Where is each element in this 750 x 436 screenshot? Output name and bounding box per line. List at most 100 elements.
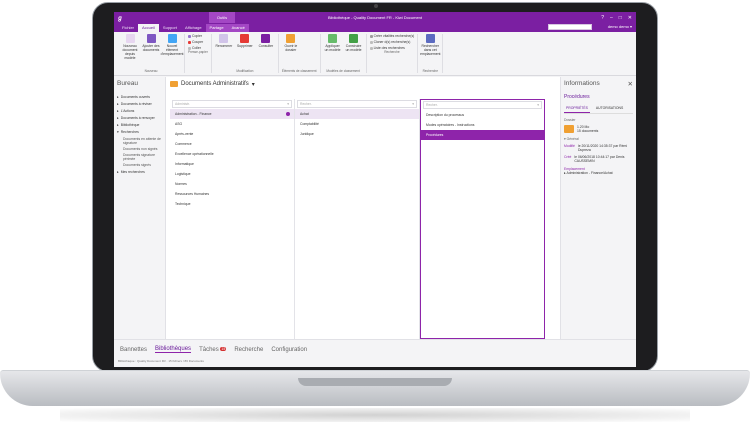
list-item[interactable]: Excellence opérationnelle — [170, 149, 294, 159]
ribbon-group-label: Modèles de classement — [326, 69, 360, 73]
chevron-down-icon[interactable]: ▾ — [252, 81, 255, 88]
ribbon-group-buttons: Appliquer un modèle Construire un modèle — [324, 34, 363, 69]
ribbon-button[interactable]: Ajouter des documents — [142, 34, 160, 69]
ribbon-small-button[interactable]: Copier — [188, 34, 208, 38]
ribbon-small-label: Copier — [192, 34, 202, 38]
maximize-icon[interactable]: □ — [619, 15, 622, 21]
search-input[interactable] — [548, 24, 592, 30]
ribbon: Nouveau document depuis modèle Ajouter de… — [114, 32, 636, 76]
breadcrumb: Documents Administratifs ▾ — [166, 77, 560, 91]
tab-affichage[interactable]: Affichage — [181, 24, 206, 32]
ribbon-small-button[interactable]: Cloner d(s) recherche(s) — [369, 40, 415, 44]
ribbon-button[interactable]: Appliquer un modèle — [324, 34, 342, 69]
ribbon-button-icon — [167, 34, 177, 43]
location-value[interactable]: ▸ Administration - Finance\Achat — [564, 171, 633, 175]
minimize-icon[interactable]: – — [610, 15, 613, 21]
list-item[interactable]: Logistique — [170, 169, 294, 179]
window-title: Bibliothèque - Quality Document FR - Kiw… — [327, 15, 423, 20]
ribbon-button[interactable]: Construire un modèle — [345, 34, 363, 69]
list-item[interactable]: Modes opératoires - Instructions — [421, 120, 544, 130]
list-item[interactable]: Commerce — [170, 139, 294, 149]
list-item[interactable]: Informatique — [170, 159, 294, 169]
list-item[interactable]: Après-vente — [170, 129, 294, 139]
close-icon[interactable]: ✕ — [628, 80, 633, 92]
list-item[interactable]: Ressources Humaines — [170, 189, 294, 199]
tab-autorisations[interactable]: AUTORISATIONS — [594, 104, 625, 113]
ribbon-button[interactable]: Rechercher dans cet emplacement — [420, 34, 440, 69]
sidebar-subitem[interactable]: Documents signature périmée — [123, 153, 162, 161]
status-bar: Bibliothèque : Quality Document FR · 15 … — [114, 359, 636, 367]
column-filter-placeholder: Recher. — [300, 102, 312, 106]
ribbon-group-label: Éléments de classement — [281, 69, 317, 73]
sidebar-subitem[interactable]: Documents signés — [123, 163, 162, 167]
tab-avance[interactable]: Avancé — [227, 24, 249, 32]
list-item[interactable]: Comptabilité — [295, 119, 419, 129]
tab-configuration[interactable]: Configuration — [271, 347, 307, 353]
sidebar-subitem[interactable]: Documents non signés — [123, 147, 162, 151]
column-filter-input[interactable]: Recher. ▾ — [423, 101, 542, 109]
column-filter-input[interactable]: Recher. ▾ — [297, 100, 417, 108]
tab-proprietes[interactable]: PROPRIÉTÉS — [564, 104, 590, 113]
ribbon-group: Renommer Supprimer Consulter Modification — [212, 34, 279, 73]
list-item[interactable]: Description du processus — [421, 110, 544, 120]
ribbon-group: Nouveau document depuis modèle Ajouter de… — [118, 34, 185, 73]
sidebar-item-mes-recherches[interactable]: ▸ Mes recherches — [117, 170, 162, 174]
tab-support[interactable]: Support — [159, 24, 181, 32]
tab-fichier[interactable]: Fichier — [118, 24, 138, 32]
folder-icon — [564, 125, 574, 133]
sidebar-item-documents-ouverts[interactable]: ▸ Documents ouverts — [117, 95, 162, 99]
user-menu[interactable]: demo demo ▾ — [608, 24, 632, 29]
ribbon-button[interactable]: Ouvrir le dossier — [282, 34, 300, 69]
list-item-label: Après-vente — [175, 132, 194, 136]
sidebar-subitem[interactable]: Documents en attente de signature — [123, 137, 162, 145]
help-icon[interactable]: ? — [601, 15, 604, 21]
filter-icon[interactable]: ▾ — [412, 102, 414, 106]
info-subtitle: Procédures — [564, 94, 590, 100]
info-panel: Informations ✕ Procédures PROPRIÉTÉS AUT… — [560, 77, 636, 339]
sidebar-item-actions[interactable]: ▸ L'Actions — [117, 109, 162, 113]
ribbon-small-button[interactable]: Couper — [188, 40, 208, 44]
tab-taches[interactable]: Tâches 15 — [199, 346, 227, 353]
tab-bannettes[interactable]: Bannettes — [120, 347, 147, 353]
tab-recherche[interactable]: Recherche — [234, 347, 263, 353]
list-item[interactable]: Juridique — [295, 129, 419, 139]
sidebar-item-recherches[interactable]: ▾ Recherches — [117, 130, 162, 134]
laptop-mockup: ℊ Outils Bibliothèque - Quality Document… — [0, 0, 750, 436]
ribbon-button-icon — [328, 34, 338, 43]
ribbon-button-icon — [286, 34, 296, 43]
list-item[interactable]: Administration - Finance — [170, 109, 294, 119]
ribbon-group: Appliquer un modèle Construire un modèle M… — [321, 34, 367, 73]
ribbon-group-label: Modification — [236, 69, 254, 73]
bottom-nav: Bannettes Bibliothèques Tâches 15 Recher… — [114, 339, 636, 359]
modified-row: Modifié le 20/11/2020 14:35:37 par Rémi … — [564, 144, 628, 152]
list-item[interactable]: ASG — [170, 119, 294, 129]
ribbon-button[interactable]: Consulter — [257, 34, 275, 69]
tab-bibliotheques[interactable]: Bibliothèques — [155, 346, 192, 353]
list-item-label: Modes opératoires - Instructions — [426, 123, 475, 127]
column-filter-input[interactable]: Administr. ▾ — [172, 100, 292, 108]
list-item-label: Informatique — [175, 162, 194, 166]
section-general[interactable]: ▾ Général — [564, 137, 633, 141]
filter-icon[interactable]: ▾ — [537, 103, 539, 107]
ribbon-small-label: Couper — [192, 40, 204, 44]
list-item[interactable]: Procédures — [421, 130, 544, 140]
filter-icon[interactable]: ▾ — [287, 102, 289, 106]
ribbon-button[interactable]: Nouvel élément d'emplacement — [161, 34, 183, 69]
list-item-label: Administration - Finance — [175, 112, 212, 116]
list-item[interactable]: Normes — [170, 179, 294, 189]
content-pane: Documents Administratifs ▾ Administr. ▾ Ad… — [166, 77, 560, 339]
tab-accueil[interactable]: Accueil — [138, 24, 159, 32]
ribbon-button[interactable]: Renommer — [215, 34, 233, 69]
ribbon-group: Copier Couper Coller Presse-papier — [185, 34, 212, 73]
created-row: Créé le 06/06/2018 10:44:17 par Denis CA… — [564, 155, 625, 163]
sidebar-item-documents-reviser[interactable]: ▸ Documents à réviser — [117, 102, 162, 106]
tab-partage[interactable]: Partage — [205, 24, 228, 32]
sidebar-item-bibliotheque[interactable]: ▸ Bibliothèque — [117, 123, 162, 127]
ribbon-button[interactable]: Supprimer — [236, 34, 254, 69]
sidebar-item-documents-renvoyer[interactable]: ▸ Documents à renvoyer — [117, 116, 162, 120]
ribbon-button[interactable]: Nouveau document depuis modèle — [121, 34, 139, 69]
close-icon[interactable]: ✕ — [628, 15, 632, 21]
list-item[interactable]: Technique — [170, 199, 294, 209]
list-item[interactable]: Achat — [295, 109, 419, 119]
ribbon-small-button[interactable]: Créer vitalités recherche(s) — [369, 34, 414, 38]
